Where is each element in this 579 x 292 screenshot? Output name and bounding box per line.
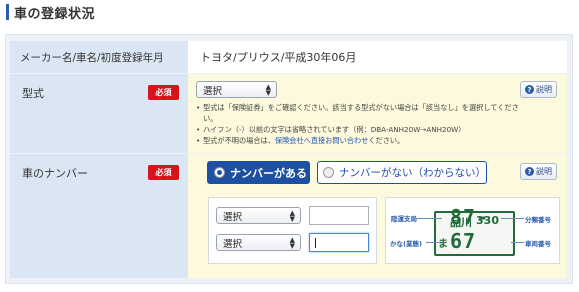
leader-line	[426, 242, 440, 243]
question-icon: ?	[525, 85, 534, 94]
leader-line	[501, 218, 524, 219]
section-title-bar	[6, 4, 9, 20]
text-caret	[315, 238, 316, 248]
kana-select-value: 選択	[223, 238, 243, 250]
model-row: 型式 必須 選択 ▲▼ ? 説明 型式は「保険証券」をご確認ください。該当する型…	[10, 74, 567, 153]
plate-row: 車のナンバー 必須 ナンバーがある ナンバーがない（わからない） ? 説明 選択…	[10, 154, 567, 278]
required-badge: 必須	[148, 85, 179, 100]
model-note-3-suffix: ください。	[368, 136, 405, 145]
radio-has-plate-label: ナンバーがある	[230, 166, 307, 180]
help-label: 説明	[536, 167, 552, 176]
section-title: 車の登録状況	[14, 6, 96, 22]
maker-row: メーカー名/車名/初度登録年月 トヨタ/プリウス/平成30年06月	[10, 41, 567, 73]
label-serial-number: 車両番号	[525, 240, 551, 248]
section-header: 車の登録状況	[6, 3, 96, 22]
leader-line	[511, 242, 524, 243]
maker-value: トヨタ/プリウス/平成30年06月	[188, 41, 567, 73]
insurer-contact-link[interactable]: 保険会社へ直接お問い合わせ	[275, 136, 368, 145]
plate-value-cell: ナンバーがある ナンバーがない（わからない） ? 説明 選択 ▲ ▼ 選択 ▲ ▼	[188, 154, 567, 278]
model-label: 型式	[22, 87, 44, 100]
model-select[interactable]: 選択 ▲ ▼	[196, 81, 277, 98]
plate-label-cell: 車のナンバー 必須	[10, 154, 188, 278]
label-region: 陸運支局	[391, 215, 417, 223]
region-select[interactable]: 選択 ▲ ▼	[216, 207, 301, 224]
help-label: 説明	[536, 85, 552, 94]
plate-help-button[interactable]: ? 説明	[520, 163, 557, 180]
model-value-cell: 選択 ▲▼ ? 説明 型式は「保険証券」をご確認ください。該当する型式がない場合…	[188, 74, 567, 153]
select-arrows-icon: ▲ ▼	[265, 83, 271, 97]
model-help-button[interactable]: ? 説明	[520, 81, 557, 98]
label-class-number: 分類番号	[525, 216, 551, 224]
maker-label: メーカー名/車名/初度登録年月	[10, 41, 188, 73]
model-notes: 型式は「保険証券」をご確認ください。該当する型式がない場合は「該当なし」を選択し…	[196, 102, 521, 146]
plate-example-panel: 品川 330 ま 87-67 陸運支局 かな(業態) 分類番号 車両番号	[385, 197, 560, 264]
radio-no-plate[interactable]: ナンバーがない（わからない）	[317, 161, 487, 184]
model-note-2: ハイフン（-）以前の文字は省略されています（例：DBA-ANH20W→ANH20…	[196, 124, 521, 135]
model-label-cell: 型式 必須	[10, 74, 188, 153]
model-note-1: 型式は「保険証券」をご確認ください。該当する型式がない場合は「該当なし」を選択し…	[196, 102, 521, 124]
plate-serial: 87-67	[450, 205, 490, 253]
radio-unchecked-icon	[323, 167, 334, 178]
serial-number-input[interactable]	[309, 233, 369, 252]
leader-line	[416, 218, 442, 219]
label-kana: かな(業態)	[390, 240, 422, 248]
model-select-value: 選択	[203, 85, 223, 97]
kana-select[interactable]: 選択 ▲ ▼	[216, 234, 301, 251]
select-arrows-icon: ▲ ▼	[289, 209, 295, 223]
class-number-input[interactable]	[309, 206, 369, 225]
radio-has-plate[interactable]: ナンバーがある	[207, 161, 310, 184]
plate-bottom-line: ま 87-67	[438, 205, 513, 253]
select-arrows-icon: ▲ ▼	[289, 236, 295, 250]
radio-checked-icon	[214, 167, 225, 178]
question-icon: ?	[525, 167, 534, 176]
plate-input-panel: 選択 ▲ ▼ 選択 ▲ ▼	[208, 197, 377, 264]
plate-label: 車のナンバー	[22, 167, 88, 180]
region-select-value: 選択	[223, 211, 243, 223]
model-note-3-prefix: 型式が不明の場合は、	[203, 136, 275, 145]
radio-no-plate-label: ナンバーがない（わからない）	[339, 167, 486, 179]
model-note-3: 型式が不明の場合は、保険会社へ直接お問い合わせください。	[196, 135, 521, 146]
required-badge: 必須	[148, 165, 179, 180]
